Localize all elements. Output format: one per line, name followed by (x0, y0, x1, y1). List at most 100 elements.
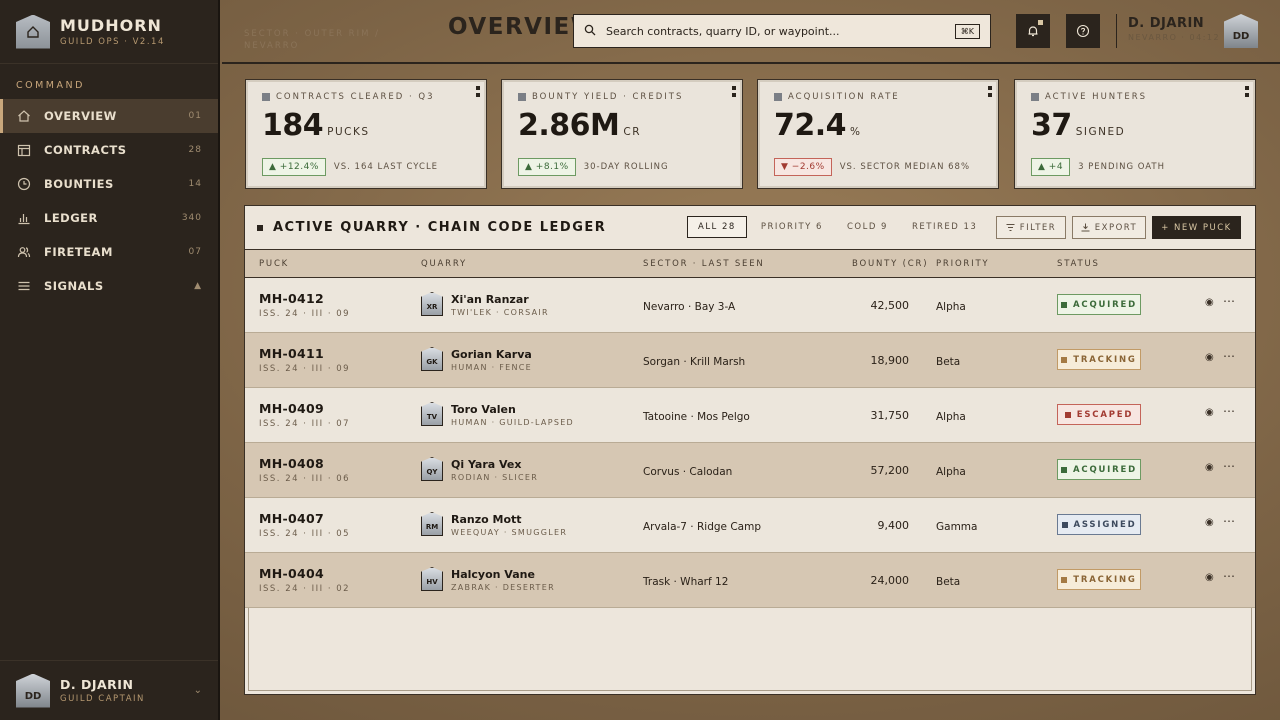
sidebar-item-overview[interactable]: OVERVIEW 01 (0, 99, 218, 133)
quarry-name[interactable]: Halcyon Vane (451, 568, 535, 581)
kpi-unit: SIGNED (1075, 126, 1126, 138)
puck-id[interactable]: MH-0404 (259, 566, 324, 581)
kebab-icon[interactable] (988, 86, 992, 100)
status-label: ASSIGNED (1073, 519, 1137, 530)
quarry-name[interactable]: Ranzo Mott (451, 513, 522, 526)
quarry-name[interactable]: Toro Valen (451, 403, 516, 416)
puck-id[interactable]: MH-0409 (259, 401, 324, 416)
notification-badge (1038, 20, 1043, 25)
avatar[interactable]: DD (1224, 14, 1258, 48)
status-badge: ESCAPED (1057, 404, 1141, 425)
table-row[interactable]: MH-0412 ISS. 24 · III · 09 XR Xi'an Ranzar T… (245, 278, 1255, 333)
more-horizontal-icon[interactable]: ⋯ (1223, 569, 1236, 583)
bounty-amount: 18,900 (870, 354, 910, 367)
puck-id[interactable]: MH-0412 (259, 291, 324, 306)
status-dot (1061, 466, 1068, 473)
quarry-species-role: HUMAN · GUILD-LAPSED (451, 418, 575, 427)
chevron-down-icon: ⌄ (193, 685, 202, 696)
eye-icon[interactable]: ◉ (1205, 517, 1214, 528)
users-icon (16, 244, 32, 260)
more-horizontal-icon[interactable]: ⋯ (1223, 294, 1236, 308)
table-row[interactable]: MH-0404 ISS. 24 · III · 02 HV Halcyon Vane Z… (245, 553, 1255, 608)
quarry-name[interactable]: Xi'an Ranzar (451, 293, 529, 306)
breadcrumb: SECTOR · OUTER RIM / NEVARRO (244, 29, 380, 51)
sidebar-item-signals[interactable]: SIGNALS ▲ (0, 269, 218, 303)
bounty-amount: 42,500 (870, 299, 910, 312)
new-puck-button[interactable]: + NEW PUCK (1152, 216, 1241, 239)
kebab-icon[interactable] (732, 86, 736, 100)
kpi-label: CONTRACTS CLEARED · Q3 (276, 92, 435, 102)
search-bar[interactable]: ⌘K (573, 14, 991, 48)
more-horizontal-icon[interactable]: ⋯ (1223, 404, 1236, 418)
user-location-time: NEVARRO · 04:12 (1128, 33, 1221, 42)
brand[interactable]: MUDHORN GUILD OPS · V2.14 (0, 0, 218, 64)
priority-level: Alpha (936, 466, 966, 478)
status-dot (1061, 521, 1068, 528)
notifications-button[interactable] (1016, 14, 1050, 48)
kebab-icon[interactable] (476, 86, 480, 100)
home-icon (16, 108, 32, 124)
kpi-label: BOUNTY YIELD · CREDITS (532, 92, 684, 102)
col-bounty[interactable]: BOUNTY (CR) (852, 259, 928, 269)
priority-level: Alpha (936, 301, 966, 313)
puck-id[interactable]: MH-0411 (259, 346, 324, 361)
sector-last-seen: Trask · Wharf 12 (643, 576, 729, 588)
sector-last-seen: Tatooine · Mos Pelgo (643, 411, 750, 423)
puck-id[interactable]: MH-0408 (259, 456, 324, 471)
tab-all[interactable]: ALL 28 (687, 216, 747, 238)
user-menu[interactable]: D. DJARIN NEVARRO · 04:12 (1128, 16, 1220, 42)
sidebar-item-contracts[interactable]: CONTRACTS 28 (0, 133, 218, 167)
tab-retired[interactable]: RETIRED 13 (902, 217, 987, 237)
kpi-label: ACQUISITION RATE (788, 92, 900, 102)
table-row[interactable]: MH-0408 ISS. 24 · III · 06 QY Qi Yara Vex RO… (245, 443, 1255, 498)
tab-cold[interactable]: COLD 9 (837, 217, 898, 237)
eye-icon[interactable]: ◉ (1205, 297, 1214, 308)
col-status[interactable]: STATUS (1057, 259, 1100, 269)
col-puck[interactable]: PUCK (259, 259, 289, 269)
kpi-note: 3 PENDING OATH (1078, 162, 1166, 172)
more-horizontal-icon[interactable]: ⋯ (1223, 459, 1236, 473)
eye-icon[interactable]: ◉ (1205, 572, 1214, 583)
kpi-delta: ▼ −2.6% (774, 158, 832, 176)
kpi-unit: PUCKS (327, 126, 370, 138)
sidebar-item-bounties[interactable]: BOUNTIES 14 (0, 167, 218, 201)
eye-icon[interactable]: ◉ (1205, 407, 1214, 418)
export-label: EXPORT (1094, 222, 1138, 233)
filter-button[interactable]: FILTER (996, 216, 1066, 239)
table-row[interactable]: MH-0409 ISS. 24 · III · 07 TV Toro Valen HUM… (245, 388, 1255, 443)
sector-last-seen: Arvala-7 · Ridge Camp (643, 521, 761, 533)
priority-level: Gamma (936, 521, 978, 533)
kebab-icon[interactable] (1245, 86, 1249, 100)
ledger-panel: ACTIVE QUARRY · CHAIN CODE LEDGER ALL 28… (244, 205, 1256, 695)
more-horizontal-icon[interactable]: ⋯ (1223, 349, 1236, 363)
status-badge: ACQUIRED (1057, 459, 1141, 480)
table-row[interactable]: MH-0411 ISS. 24 · III · 09 GK Gorian Karva H… (245, 333, 1255, 388)
brand-name: MUDHORN (60, 16, 162, 35)
eye-icon[interactable]: ◉ (1205, 462, 1214, 473)
more-horizontal-icon[interactable]: ⋯ (1223, 514, 1236, 528)
quarry-name[interactable]: Gorian Karva (451, 348, 532, 361)
status-badge: TRACKING (1057, 569, 1141, 590)
sidebar-item-ledger[interactable]: LEDGER 340 (0, 201, 218, 235)
puck-issue: ISS. 24 · III · 09 (259, 364, 351, 374)
sidebar-item-count: 28 (188, 145, 202, 155)
search-input[interactable] (606, 24, 955, 38)
puck-id[interactable]: MH-0407 (259, 511, 324, 526)
col-quarry[interactable]: QUARRY (421, 259, 467, 269)
col-sector[interactable]: SECTOR · LAST SEEN (643, 259, 765, 269)
status-label: TRACKING (1073, 574, 1137, 585)
user-name: D. DJARIN (60, 677, 134, 692)
menu-icon (16, 278, 32, 294)
table-row[interactable]: MH-0407 ISS. 24 · III · 05 RM Ranzo Mott WEE… (245, 498, 1255, 553)
user-profile-menu[interactable]: DD D. DJARIN GUILD CAPTAIN ⌄ (0, 660, 218, 720)
help-button[interactable] (1066, 14, 1100, 48)
bell-icon (1028, 26, 1038, 37)
sidebar-item-fireteam[interactable]: FIRETEAM 07 (0, 235, 218, 269)
export-button[interactable]: EXPORT (1072, 216, 1146, 239)
ledger-filter-tabs: ALL 28 PRIORITY 6 COLD 9 RETIRED 13 (687, 216, 991, 238)
col-priority[interactable]: PRIORITY (936, 259, 989, 269)
tab-priority[interactable]: PRIORITY 6 (751, 217, 833, 237)
quarry-name[interactable]: Qi Yara Vex (451, 458, 521, 471)
eye-icon[interactable]: ◉ (1205, 352, 1214, 363)
status-dot (1061, 576, 1068, 583)
